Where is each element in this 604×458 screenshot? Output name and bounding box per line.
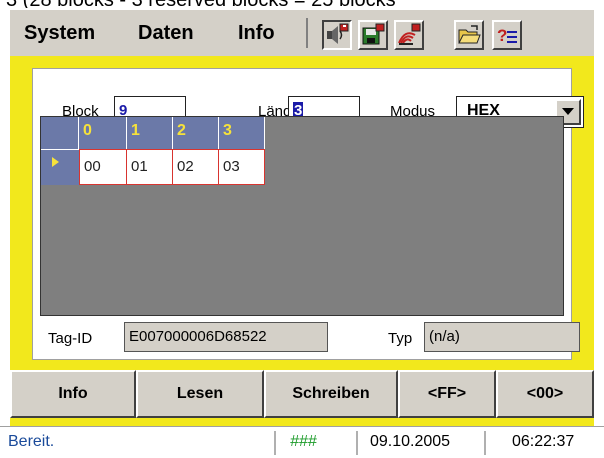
row-pointer-icon — [52, 157, 59, 167]
menu-daten[interactable]: Daten — [138, 22, 194, 45]
schreiben-button[interactable]: Schreiben — [264, 370, 398, 418]
open-folder-icon[interactable] — [454, 20, 484, 50]
status-time: 06:22:37 — [512, 433, 575, 450]
data-cell[interactable]: 00 — [79, 149, 127, 185]
row-header[interactable] — [41, 149, 79, 185]
window-caption: 3 (28 blocks - 3 reserved blocks = 25 bl… — [0, 0, 604, 8]
status-separator — [274, 431, 276, 455]
menu-bar: System Daten Info ? — [10, 10, 594, 56]
tag-id-field: E007000006D68522 — [124, 322, 328, 352]
data-cell[interactable]: 01 — [127, 149, 173, 185]
antenna-icon[interactable] — [394, 20, 424, 50]
typ-field: (n/a) — [424, 322, 580, 352]
column-header[interactable]: 2 — [173, 117, 219, 149]
column-header[interactable]: 0 — [79, 117, 127, 149]
status-indicator: ### — [290, 433, 317, 450]
status-text: Bereit. — [8, 433, 55, 450]
status-date: 09.10.2005 — [370, 433, 451, 450]
help-icon[interactable]: ? — [492, 20, 522, 50]
data-grid: 0 1 2 3 00 01 02 03 — [40, 116, 564, 316]
menu-info[interactable]: Info — [238, 22, 275, 45]
zero-button[interactable]: <00> — [496, 370, 594, 418]
info-button[interactable]: Info — [10, 370, 136, 418]
button-row: Info Lesen Schreiben <FF> <00> — [10, 370, 594, 418]
menu-system[interactable]: System — [24, 22, 95, 45]
grid-corner — [41, 117, 79, 149]
svg-text:?: ? — [497, 26, 507, 45]
column-header[interactable]: 3 — [219, 117, 265, 149]
data-cell[interactable]: 02 — [173, 149, 219, 185]
lesen-button[interactable]: Lesen — [136, 370, 264, 418]
data-cell[interactable]: 03 — [219, 149, 265, 185]
typ-label: Typ — [388, 330, 413, 347]
speaker-config-icon[interactable] — [322, 20, 352, 50]
save-config-icon[interactable] — [358, 20, 388, 50]
ff-button[interactable]: <FF> — [398, 370, 496, 418]
column-header[interactable]: 1 — [127, 117, 173, 149]
menu-separator — [306, 18, 308, 48]
status-bar: Bereit. ### 09.10.2005 06:22:37 — [0, 426, 604, 458]
status-separator — [356, 431, 358, 455]
status-separator — [484, 431, 486, 455]
tag-id-label: Tag-ID — [48, 330, 93, 347]
